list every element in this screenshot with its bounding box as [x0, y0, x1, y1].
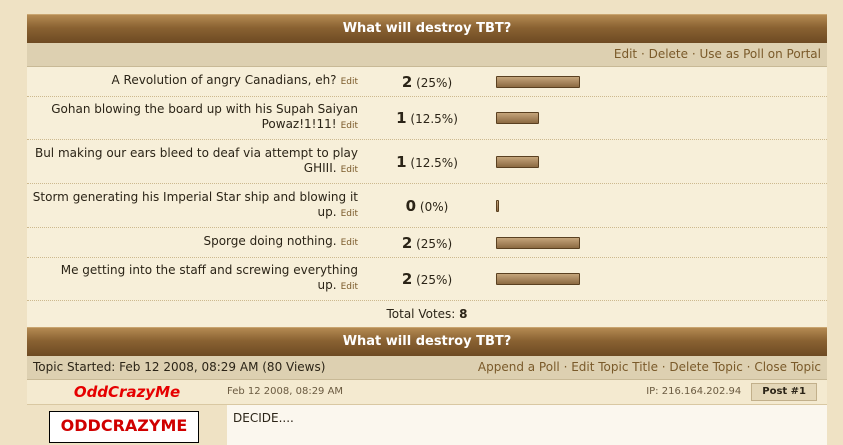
vote-count: 1	[396, 152, 407, 171]
poll-option-text: A Revolution of angry Canadians, eh?	[111, 73, 337, 87]
vote-percent: (25%)	[416, 236, 453, 251]
poll-actions: Edit · Delete · Use as Poll on Portal	[27, 43, 827, 67]
vote-bar	[496, 273, 580, 285]
option-edit-link[interactable]: Edit	[341, 77, 358, 87]
poll-edit-link[interactable]: Edit	[614, 47, 637, 61]
poll-results: A Revolution of angry Canadians, eh? Edit…	[27, 67, 827, 327]
vote-percent: (12.5%)	[410, 155, 458, 170]
vote-bar	[496, 155, 539, 168]
poll-option: A Revolution of angry Canadians, eh? Edit…	[27, 67, 827, 97]
delete-topic-link[interactable]: Delete Topic	[669, 360, 742, 374]
vote-count: 2	[401, 72, 413, 91]
post-number[interactable]: Post #1	[751, 383, 817, 401]
poll-option-text: Storm generating his Imperial Star ship …	[32, 189, 358, 219]
post-author[interactable]: OddCrazyMe	[27, 380, 227, 404]
total-votes-count: 8	[459, 307, 468, 321]
vote-bar	[496, 199, 499, 212]
total-votes: Total Votes: 8	[27, 301, 827, 327]
post-body: ODDCRAZYME DECIDE....	[27, 405, 827, 445]
poll-use-portal-link[interactable]: Use as Poll on Portal	[699, 47, 821, 61]
vote-percent: (25%)	[416, 273, 453, 287]
vote-percent: (0%)	[419, 199, 449, 214]
vote-count: 1	[396, 109, 407, 127]
poll-option: Bul making our ears bleed to deaf via at…	[27, 140, 827, 184]
vote-count: 2	[401, 270, 413, 288]
post-meta: OddCrazyMe Feb 12 2008, 08:29 AM IP: 216…	[27, 380, 827, 405]
forum-frame: What will destroy TBT? Edit · Delete · U…	[27, 14, 827, 445]
vote-percent: (25%)	[416, 75, 453, 90]
poll-delete-link[interactable]: Delete	[649, 47, 688, 61]
vote-bar	[496, 112, 539, 124]
vote-percent: (12.5%)	[410, 112, 458, 126]
avatar: ODDCRAZYME	[49, 411, 199, 443]
topic-bar: Topic Started: Feb 12 2008, 08:29 AM (80…	[27, 356, 827, 380]
poll-title: What will destroy TBT?	[27, 14, 827, 43]
option-edit-link[interactable]: Edit	[341, 282, 358, 292]
option-edit-link[interactable]: Edit	[341, 165, 358, 175]
option-edit-link[interactable]: Edit	[341, 121, 358, 131]
topic-actions: Append a Poll · Edit Topic Title · Delet…	[477, 360, 821, 374]
vote-count: 2	[401, 233, 413, 252]
append-poll-link[interactable]: Append a Poll	[478, 360, 560, 374]
post-date: Feb 12 2008, 08:29 AM	[227, 386, 344, 397]
option-edit-link[interactable]: Edit	[341, 238, 358, 248]
poll-option-text: Gohan blowing the board up with his Supa…	[51, 102, 358, 131]
poll-option: Storm generating his Imperial Star ship …	[27, 184, 827, 228]
post-ip: IP: 216.164.202.94	[646, 386, 742, 397]
edit-topic-title-link[interactable]: Edit Topic Title	[571, 360, 658, 374]
poll-option-text: Bul making our ears bleed to deaf via at…	[34, 145, 358, 175]
option-edit-link[interactable]: Edit	[341, 209, 358, 219]
post-text: DECIDE....	[233, 411, 294, 425]
poll-option: Sporge doing nothing. Edit 2 (25%)	[27, 228, 827, 258]
total-votes-label: Total Votes:	[386, 307, 456, 321]
poll-option: Gohan blowing the board up with his Supa…	[27, 97, 827, 140]
vote-bar	[496, 75, 580, 88]
poll-option: Me getting into the staff and screwing e…	[27, 258, 827, 301]
topic-started: Topic Started: Feb 12 2008, 08:29 AM (80…	[33, 360, 326, 374]
topic-title: What will destroy TBT?	[27, 327, 827, 356]
poll-option-text: Sporge doing nothing.	[203, 234, 337, 248]
vote-count: 0	[405, 196, 417, 215]
poll-option-text: Me getting into the staff and screwing e…	[60, 263, 358, 292]
vote-bar	[496, 236, 580, 249]
close-topic-link[interactable]: Close Topic	[754, 360, 821, 374]
